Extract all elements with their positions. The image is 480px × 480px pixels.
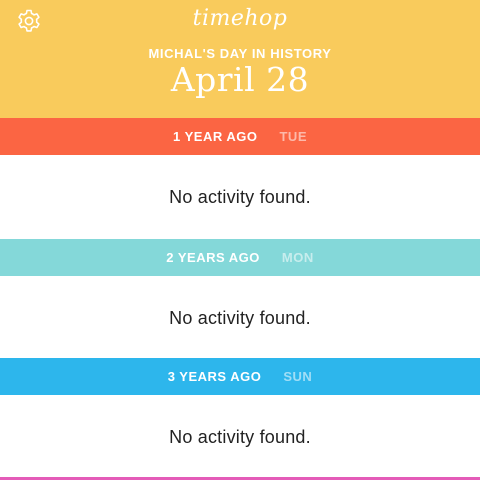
section-content-2-years-ago: No activity found. [0,276,480,360]
timehop-logo: timehop [192,6,288,31]
empty-state-text: No activity found. [169,426,311,447]
day-in-history-subtitle: MICHAL'S DAY IN HISTORY [148,46,332,61]
section-header-2-years-ago[interactable]: 2 YEARS AGO MON [0,239,480,276]
section-label: 2 YEARS AGO [166,250,260,265]
header: timehop MICHAL'S DAY IN HISTORY April 28 [0,0,480,118]
section-day: TUE [279,129,307,144]
section-label: 1 YEAR AGO [173,129,258,144]
section-label: 3 YEARS AGO [167,369,262,384]
section-day: MON [281,250,314,265]
empty-state-text: No activity found. [169,307,311,328]
section-content-3-years-ago: No activity found. [0,395,480,479]
section-header-1-year-ago[interactable]: 1 YEAR AGO TUE [0,118,480,155]
date-title: April 28 [170,60,310,99]
section-content-1-year-ago: No activity found. [0,155,480,239]
empty-state-text: No activity found. [169,186,311,207]
section-header-3-years-ago[interactable]: 3 YEARS AGO SUN [0,358,480,395]
section-day: SUN [283,369,313,384]
timehop-screen: timehop MICHAL'S DAY IN HISTORY April 28… [0,0,480,480]
